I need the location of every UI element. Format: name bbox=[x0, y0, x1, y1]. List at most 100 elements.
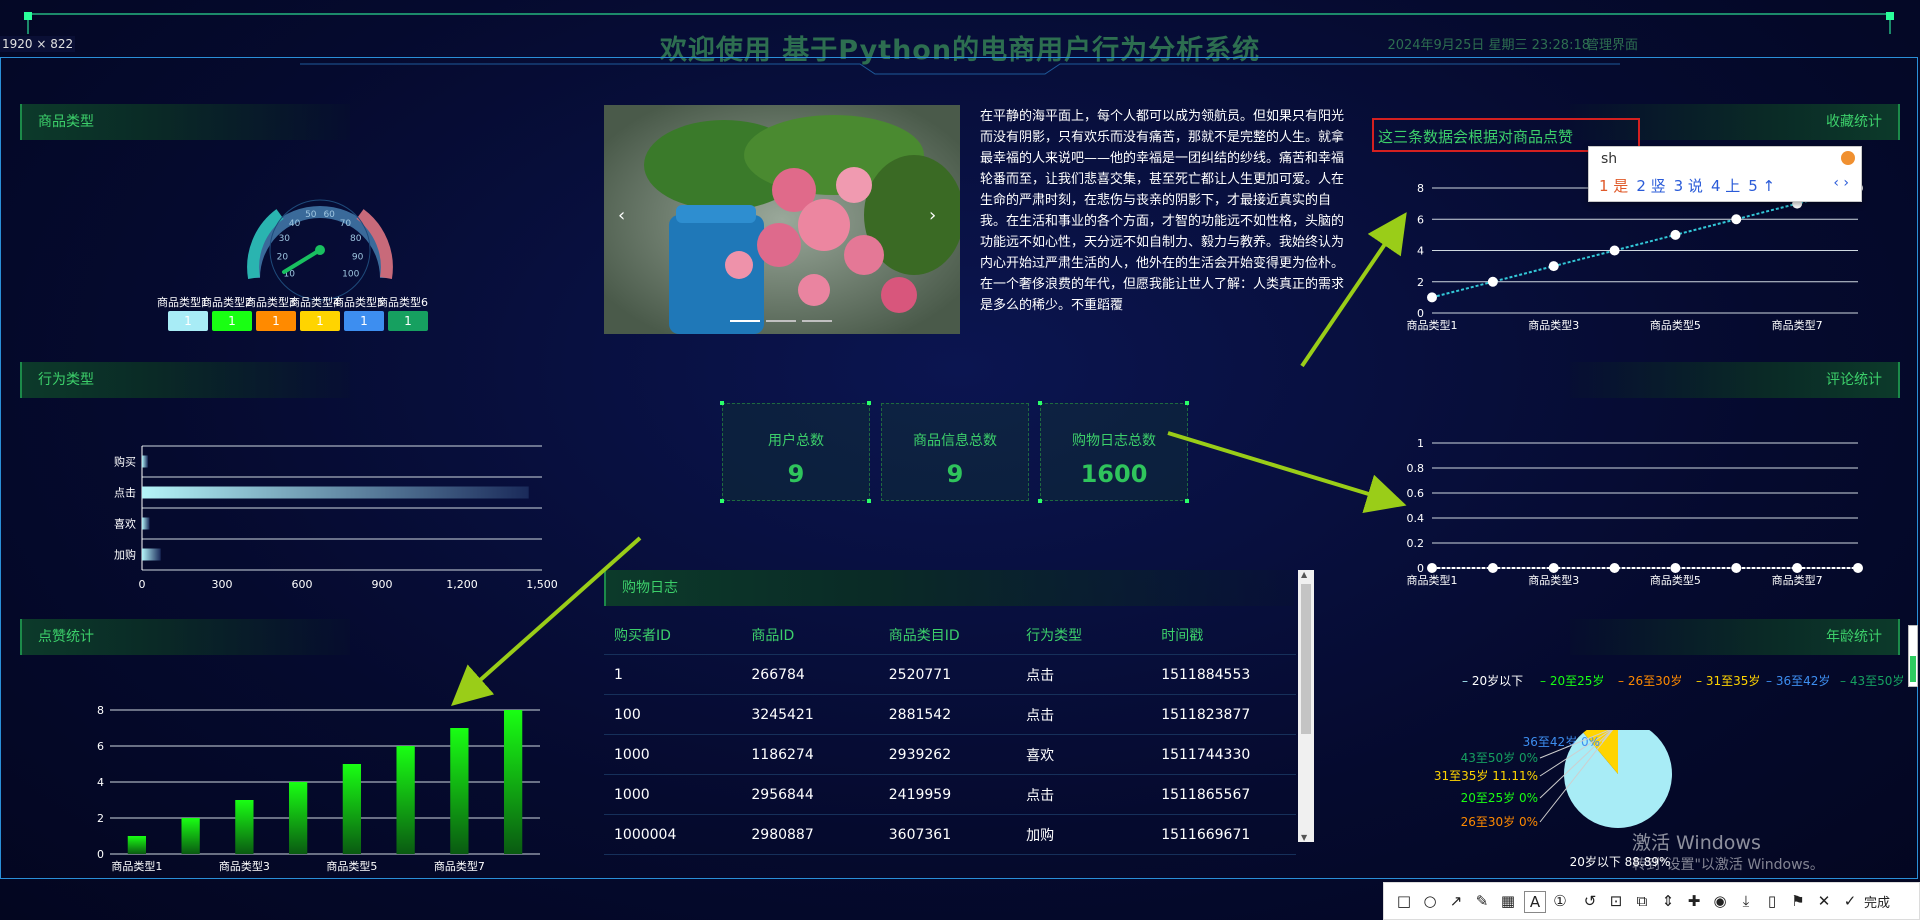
column-header[interactable]: 时间戳 bbox=[1160, 615, 1296, 655]
legend-item[interactable]: – 20至25岁 bbox=[1540, 672, 1604, 689]
bar[interactable] bbox=[450, 728, 469, 854]
data-point[interactable] bbox=[1670, 563, 1681, 573]
legend-item[interactable]: – 20岁以下 bbox=[1462, 672, 1523, 689]
table-cell: 1186274 bbox=[750, 734, 888, 775]
stat-label: 购物日志总数 bbox=[1072, 433, 1156, 449]
scroll-down-icon[interactable]: ▼ bbox=[1301, 833, 1307, 842]
stat-value: 9 bbox=[787, 460, 805, 488]
legend-item[interactable]: – 36至42岁 bbox=[1766, 672, 1830, 689]
carousel-prev-icon[interactable]: ‹ bbox=[618, 205, 625, 226]
ime-candidate[interactable]: 3 说 bbox=[1674, 177, 1703, 195]
legend-item[interactable]: – 31至35岁 bbox=[1696, 672, 1760, 689]
scroll-capture-icon[interactable]: ⇕ bbox=[1658, 891, 1678, 911]
ime-candidate[interactable]: 2 竖 bbox=[1636, 177, 1665, 195]
column-header[interactable]: 商品类目ID bbox=[887, 615, 1026, 655]
table-header-row: 购买者ID 商品ID 商品类目ID 行为类型 时间戳 bbox=[604, 615, 1296, 655]
data-point[interactable] bbox=[1792, 563, 1803, 573]
ime-page-nav[interactable]: ‹ › bbox=[1833, 175, 1849, 191]
mosaic-tool-icon[interactable]: ▦ bbox=[1498, 891, 1518, 911]
data-point[interactable] bbox=[1609, 563, 1620, 573]
column-header[interactable]: 购买者ID bbox=[604, 615, 751, 655]
carousel-indicator-2[interactable] bbox=[766, 320, 796, 322]
done-button[interactable]: 完成 bbox=[1864, 892, 1890, 911]
data-point[interactable] bbox=[1487, 276, 1498, 287]
y-tick-label: 6 bbox=[1417, 213, 1424, 226]
panel-header-comments: 评论统计 bbox=[1570, 362, 1900, 398]
bar[interactable] bbox=[142, 517, 150, 530]
text-tool-icon[interactable]: A bbox=[1524, 891, 1546, 913]
column-header[interactable]: 商品ID bbox=[750, 615, 888, 655]
table-cell: 266784 bbox=[750, 654, 888, 695]
ime-candidates[interactable]: 1 是 2 竖 3 说 4 上 5 ↑ bbox=[1599, 175, 1783, 196]
column-header[interactable]: 行为类型 bbox=[1025, 615, 1161, 655]
log-scrollbar[interactable]: ▲ ▼ bbox=[1298, 570, 1314, 842]
admin-link[interactable]: 管理界面 bbox=[1586, 34, 1638, 53]
bar[interactable] bbox=[142, 486, 529, 499]
ime-candidate[interactable]: 4 上 bbox=[1711, 177, 1740, 195]
x-tick-label: 0 bbox=[139, 578, 146, 591]
scrollbar-thumb[interactable] bbox=[1301, 584, 1311, 734]
data-point[interactable] bbox=[1670, 229, 1681, 240]
category-label: 加购 bbox=[114, 548, 136, 562]
page-scrollbar[interactable] bbox=[1908, 625, 1918, 687]
y-tick-label: 2 bbox=[1417, 276, 1424, 289]
check-icon[interactable]: ✓ bbox=[1840, 891, 1860, 911]
arrow-tool-icon[interactable]: ↗ bbox=[1446, 891, 1466, 911]
carousel-next-icon[interactable]: › bbox=[929, 205, 936, 226]
table-cell: 1511884553 bbox=[1160, 654, 1296, 695]
data-point[interactable] bbox=[1548, 563, 1559, 573]
legend-item[interactable]: – 43至50岁 bbox=[1840, 672, 1904, 689]
table-row[interactable]: 1 266784 2520771 点击 1511884553 bbox=[604, 654, 1296, 695]
bar[interactable] bbox=[342, 764, 362, 854]
bar[interactable] bbox=[396, 746, 415, 854]
bar[interactable] bbox=[142, 548, 161, 561]
data-point[interactable] bbox=[1853, 563, 1863, 573]
ellipse-tool-icon[interactable]: ○ bbox=[1420, 891, 1440, 911]
x-tick-label: 商品类型7 bbox=[1772, 318, 1823, 332]
data-point[interactable] bbox=[1548, 261, 1559, 272]
record-icon[interactable]: ◉ bbox=[1710, 891, 1730, 911]
bar[interactable] bbox=[127, 836, 147, 854]
data-point[interactable] bbox=[1427, 563, 1437, 573]
rectangle-tool-icon[interactable]: □ bbox=[1394, 891, 1414, 911]
close-icon[interactable]: ✕ bbox=[1814, 891, 1834, 911]
carousel-indicator-3[interactable] bbox=[802, 320, 832, 322]
translate-icon[interactable]: ⧉ bbox=[1632, 891, 1652, 911]
bar[interactable] bbox=[235, 800, 254, 854]
phone-icon[interactable]: ▯ bbox=[1762, 891, 1782, 911]
carousel-indicator-1[interactable] bbox=[730, 320, 760, 322]
data-point[interactable] bbox=[1731, 563, 1742, 573]
pin-icon[interactable]: ✚ bbox=[1684, 891, 1704, 911]
ime-candidate[interactable]: 5 ↑ bbox=[1748, 177, 1775, 195]
data-point[interactable] bbox=[1609, 245, 1620, 256]
table-row[interactable]: 1000004 2980887 3607361 加购 1511669671 bbox=[604, 814, 1296, 855]
stat-label: 用户总数 bbox=[768, 433, 824, 449]
carousel-image[interactable]: ‹ › bbox=[604, 105, 960, 334]
ime-candidate-window[interactable]: sh 1 是 2 竖 3 说 4 上 5 ↑ ‹ › bbox=[1588, 146, 1862, 202]
download-icon[interactable]: ⤓ bbox=[1736, 891, 1756, 911]
legend-item[interactable]: – 26至30岁 bbox=[1618, 672, 1682, 689]
page-scrollbar-thumb[interactable] bbox=[1910, 656, 1916, 682]
bookmark-icon[interactable]: ⚑ bbox=[1788, 891, 1808, 911]
pen-tool-icon[interactable]: ✎ bbox=[1472, 891, 1492, 911]
datetime-display: 2024年9月25日 星期三 23:28:18 bbox=[1387, 38, 1590, 53]
scroll-up-icon[interactable]: ▲ bbox=[1301, 570, 1307, 579]
number-tool-icon[interactable]: ① bbox=[1550, 891, 1570, 911]
undo-icon[interactable]: ↺ bbox=[1580, 891, 1600, 911]
bar[interactable] bbox=[503, 710, 523, 854]
x-tick-label: 600 bbox=[292, 578, 313, 591]
table-row[interactable]: 100 3245421 2881542 点击 1511823877 bbox=[604, 694, 1296, 735]
ime-candidate[interactable]: 1 是 bbox=[1599, 177, 1628, 195]
table-cell: 100 bbox=[604, 694, 751, 735]
data-point[interactable] bbox=[1427, 292, 1437, 303]
table-cell: 2956844 bbox=[750, 774, 888, 815]
data-point[interactable] bbox=[1731, 214, 1742, 225]
ocr-icon[interactable]: ⊡ bbox=[1606, 891, 1626, 911]
table-row[interactable]: 1000 1186274 2939262 喜欢 1511744330 bbox=[604, 734, 1296, 775]
bar[interactable] bbox=[288, 782, 308, 854]
bar[interactable] bbox=[181, 818, 200, 854]
dimension-label: 1920 × 822 bbox=[0, 36, 76, 52]
bar[interactable] bbox=[142, 455, 148, 468]
table-row[interactable]: 1000 2956844 2419959 点击 1511865567 bbox=[604, 774, 1296, 815]
data-point[interactable] bbox=[1487, 563, 1498, 573]
